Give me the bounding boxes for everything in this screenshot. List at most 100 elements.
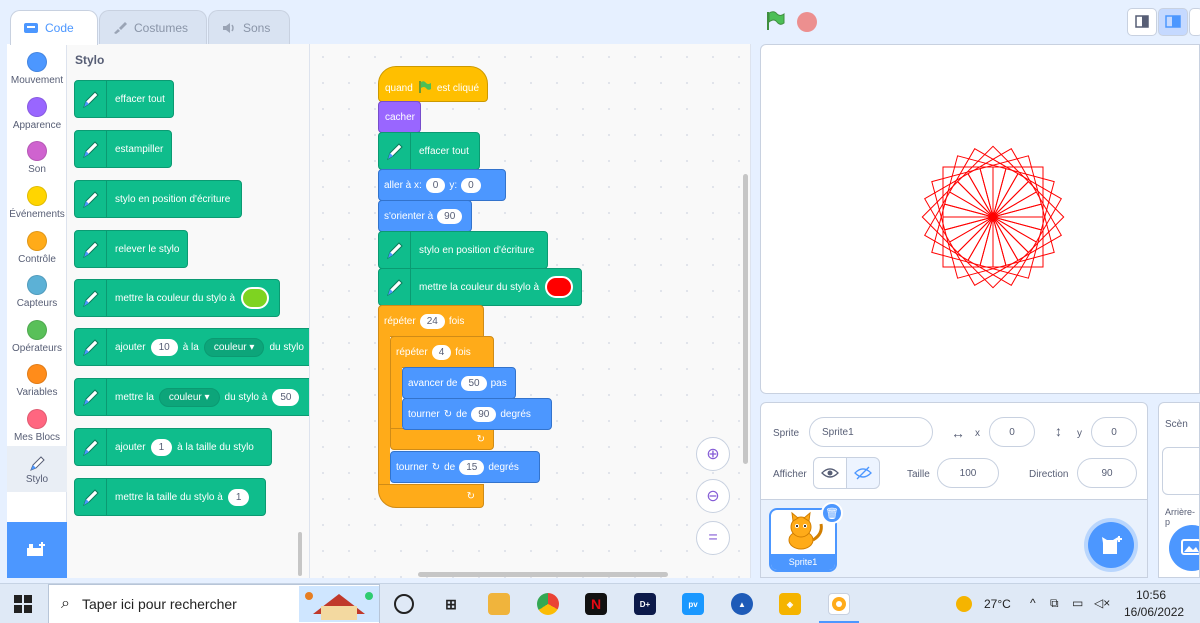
block-pen-set-color[interactable]: mettre la couleur du stylo à — [74, 279, 280, 317]
y-input[interactable]: 0 — [461, 177, 481, 193]
disney-plus-icon[interactable]: D+ — [634, 593, 656, 615]
task-view-icon[interactable] — [394, 594, 414, 614]
param-dropdown[interactable]: couleur ▾ — [158, 387, 220, 407]
prime-video-icon[interactable]: pv — [682, 593, 704, 615]
block-pen-change-size[interactable]: ajouter 1 à la taille du stylo — [74, 428, 272, 466]
number-input[interactable]: 10 — [150, 338, 178, 356]
code-vertical-scrollbar[interactable] — [743, 174, 748, 464]
stage-selector-panel[interactable]: Scèn Arrière-p — [1158, 402, 1200, 578]
small-stage-button[interactable] — [1127, 8, 1157, 36]
weather-temperature[interactable]: 27°C — [984, 597, 1011, 611]
taskbar-search-box[interactable]: ⌕ Taper ici pour rechercher — [48, 584, 380, 623]
clock-time[interactable]: 10:56 — [1136, 588, 1166, 602]
palette-scrollbar[interactable] — [298, 532, 302, 576]
steps-input[interactable]: 50 — [461, 375, 487, 391]
tab-sounds[interactable]: Sons — [208, 10, 290, 44]
code-area[interactable]: quand est cliqué cacher effacer tout all… — [310, 44, 751, 578]
x-input[interactable]: 0 — [425, 177, 446, 193]
point-in-direction-block[interactable]: s'orienter à 90 — [378, 200, 472, 232]
repeat-outer-block[interactable]: répéter 24 fois — [378, 305, 484, 337]
category-my-blocks[interactable]: Mes Blocs — [7, 409, 67, 443]
app-icon[interactable]: ◈ — [779, 593, 801, 615]
pen-set-color-block[interactable]: mettre la couleur du stylo à — [378, 268, 582, 306]
repeat-count-input[interactable]: 4 — [431, 344, 452, 360]
tab-code[interactable]: Code — [10, 10, 98, 45]
turn-right-outer-block[interactable]: tourner ↻ de 15 degrés — [390, 451, 540, 483]
sprite-name-input[interactable]: Sprite1 — [809, 417, 933, 447]
turn-right-inner-block[interactable]: tourner ↻ de 90 degrés — [402, 398, 552, 430]
category-sensing[interactable]: Capteurs — [7, 275, 67, 309]
number-input[interactable]: 1 — [227, 488, 250, 506]
y-input[interactable]: 0 — [1091, 417, 1137, 447]
browser-icon[interactable]: ▲ — [731, 593, 753, 615]
color-picker[interactable] — [241, 287, 270, 309]
category-motion[interactable]: Mouvement — [7, 52, 67, 86]
battery-icon[interactable]: ▭ — [1072, 596, 1083, 610]
when-flag-clicked-block[interactable]: quand est cliqué — [378, 66, 488, 102]
color-picker[interactable] — [545, 276, 574, 298]
category-looks[interactable]: Apparence — [7, 97, 67, 131]
widgets-icon[interactable]: ⊞ — [440, 593, 462, 615]
degrees-input[interactable]: 15 — [459, 459, 485, 475]
volume-icon[interactable]: ◁× — [1094, 596, 1110, 610]
windows-start-icon[interactable] — [14, 595, 32, 618]
chrome-icon[interactable] — [537, 593, 559, 615]
number-input[interactable]: 1 — [150, 438, 173, 456]
network-icon[interactable]: ⧉ — [1050, 596, 1059, 611]
zoom-out-button[interactable]: ⊖ — [696, 479, 730, 513]
repeat-inner-block[interactable]: répéter 4 fois — [390, 336, 494, 368]
category-operators[interactable]: Opérateurs — [7, 320, 67, 354]
block-pen-set-size[interactable]: mettre la taille du stylo à 1 — [74, 478, 266, 516]
scratch-app-icon[interactable] — [828, 593, 850, 615]
goto-xy-block[interactable]: aller à x: 0 y: 0 — [378, 169, 506, 201]
chevron-up-icon[interactable]: ^ — [1030, 596, 1036, 610]
category-control[interactable]: Contrôle — [7, 231, 67, 265]
backdrop-thumbnail[interactable] — [1162, 447, 1199, 495]
netflix-icon[interactable]: N — [585, 593, 607, 615]
green-flag-icon[interactable] — [764, 10, 786, 37]
block-pen-set-param[interactable]: mettre la couleur ▾ du stylo à 50 — [74, 378, 309, 416]
normal-stage-button[interactable] — [1158, 8, 1188, 36]
delete-sprite-button[interactable]: 🗑 — [821, 502, 843, 524]
direction-input[interactable]: 90 — [437, 208, 463, 224]
param-dropdown[interactable]: couleur ▾ — [203, 337, 265, 357]
repeat-count-input[interactable]: 24 — [419, 313, 445, 329]
block-pen-down[interactable]: stylo en position d'écriture — [74, 180, 242, 218]
direction-input[interactable]: 90 — [1077, 458, 1137, 488]
pen-icon — [75, 181, 107, 217]
pen-clear-block[interactable]: effacer tout — [378, 132, 480, 170]
hide-sprite-button[interactable] — [846, 457, 880, 489]
add-extension-button[interactable] — [7, 522, 67, 578]
stage[interactable] — [760, 44, 1200, 394]
hide-block[interactable]: cacher — [378, 101, 421, 133]
stop-icon[interactable] — [797, 12, 817, 32]
move-steps-block[interactable]: avancer de 50 pas — [402, 367, 516, 399]
add-backdrop-button[interactable] — [1169, 525, 1199, 571]
clock-date[interactable]: 16/06/2022 — [1124, 605, 1184, 619]
fullscreen-button[interactable] — [1189, 8, 1200, 36]
block-pen-change-param[interactable]: ajouter 10 à la couleur ▾ du stylo — [74, 328, 309, 366]
size-input[interactable]: 100 — [937, 458, 999, 488]
add-sprite-cat-icon — [1102, 536, 1122, 554]
pen-down-block[interactable]: stylo en position d'écriture — [378, 231, 548, 269]
block-pen-up[interactable]: relever le stylo — [74, 230, 188, 268]
code-horizontal-scrollbar[interactable] — [418, 572, 668, 577]
category-sound[interactable]: Son — [7, 141, 67, 175]
show-sprite-button[interactable] — [813, 457, 847, 489]
category-pen[interactable]: Stylo — [7, 446, 67, 492]
block-pen-clear[interactable]: effacer tout — [74, 80, 174, 118]
number-input[interactable]: 50 — [272, 388, 300, 406]
degrees-input[interactable]: 90 — [471, 406, 497, 422]
zoom-reset-button[interactable]: = — [696, 521, 730, 555]
zoom-in-button[interactable]: ⊕ — [696, 437, 730, 471]
block-pen-stamp[interactable]: estampiller — [74, 130, 172, 168]
weather-sun-icon[interactable] — [956, 596, 972, 612]
x-input[interactable]: 0 — [989, 417, 1035, 447]
add-sprite-button[interactable] — [1088, 522, 1134, 568]
brush-icon — [112, 21, 128, 35]
file-explorer-icon[interactable] — [488, 593, 510, 615]
eye-icon — [821, 468, 839, 478]
category-events[interactable]: Événements — [7, 186, 67, 220]
category-variables[interactable]: Variables — [7, 364, 67, 398]
tab-costumes[interactable]: Costumes — [99, 10, 207, 44]
